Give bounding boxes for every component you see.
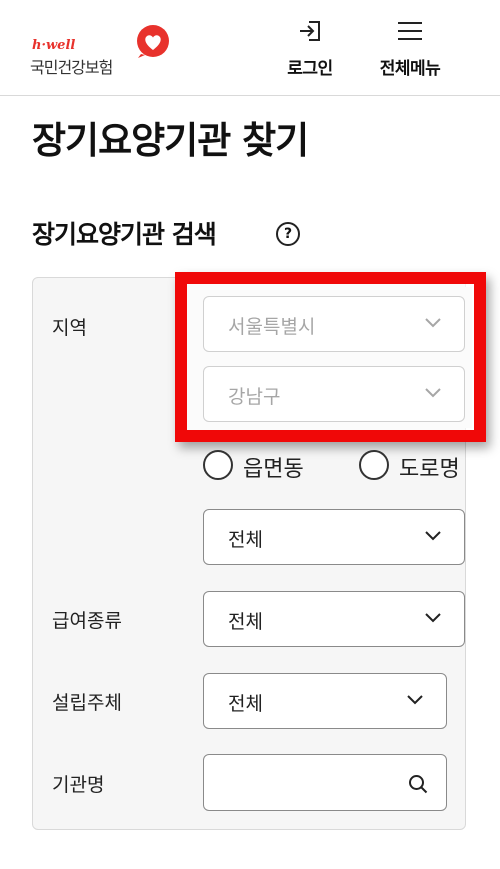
- city-select[interactable]: 서울특별시: [203, 296, 465, 352]
- institution-name-input[interactable]: [214, 765, 394, 801]
- chevron-down-icon: [407, 695, 423, 705]
- logo-main-text: 국민건강보험: [30, 58, 113, 77]
- site-header: h·well 국민건강보험 로그인 전체메뉴: [0, 0, 500, 96]
- benefit-type-select[interactable]: 전체: [203, 591, 465, 647]
- login-label: 로그인: [287, 59, 333, 79]
- district-select[interactable]: 강남구: [203, 366, 465, 422]
- nhis-logo[interactable]: h·well 국민건강보험: [30, 22, 180, 78]
- radio-eupmyeondong[interactable]: 읍면동: [203, 448, 323, 484]
- founder-select-value: 전체: [228, 693, 263, 715]
- heart-logo-icon: [137, 25, 169, 58]
- login-button[interactable]: 로그인: [270, 16, 350, 84]
- chevron-down-icon: [425, 318, 441, 328]
- institution-name-field[interactable]: [203, 754, 447, 811]
- district-select-value: 강남구: [228, 386, 281, 408]
- founder-select[interactable]: 전체: [203, 673, 447, 729]
- help-icon[interactable]: ?: [276, 222, 300, 246]
- all-menu-button[interactable]: 전체메뉴: [370, 16, 450, 84]
- region-label: 지역: [52, 317, 87, 339]
- benefit-type-select-value: 전체: [228, 611, 263, 633]
- section-title: 장기요양기관 검색: [32, 220, 217, 249]
- dong-select[interactable]: 전체: [203, 509, 465, 565]
- logo-hwell-text: h·well: [32, 38, 76, 53]
- radio-road-name[interactable]: 도로명: [359, 448, 465, 484]
- search-icon[interactable]: [408, 774, 428, 794]
- radio-circle: [203, 450, 233, 480]
- city-select-value: 서울특별시: [228, 316, 316, 338]
- founder-label: 설립주체: [52, 692, 122, 714]
- institution-name-label: 기관명: [52, 774, 105, 796]
- radio-circle: [359, 450, 389, 480]
- benefit-type-label: 급여종류: [52, 610, 122, 632]
- chevron-down-icon: [425, 531, 441, 541]
- page-title: 장기요양기관 찾기: [32, 119, 309, 162]
- login-icon: [300, 21, 320, 41]
- chevron-down-icon: [425, 613, 441, 623]
- chevron-down-icon: [425, 388, 441, 398]
- all-menu-label: 전체메뉴: [379, 59, 441, 79]
- radio-road-name-label: 도로명: [399, 457, 460, 482]
- radio-eupmyeondong-label: 읍면동: [243, 457, 304, 482]
- dong-select-value: 전체: [228, 529, 263, 551]
- menu-icon: [398, 22, 422, 40]
